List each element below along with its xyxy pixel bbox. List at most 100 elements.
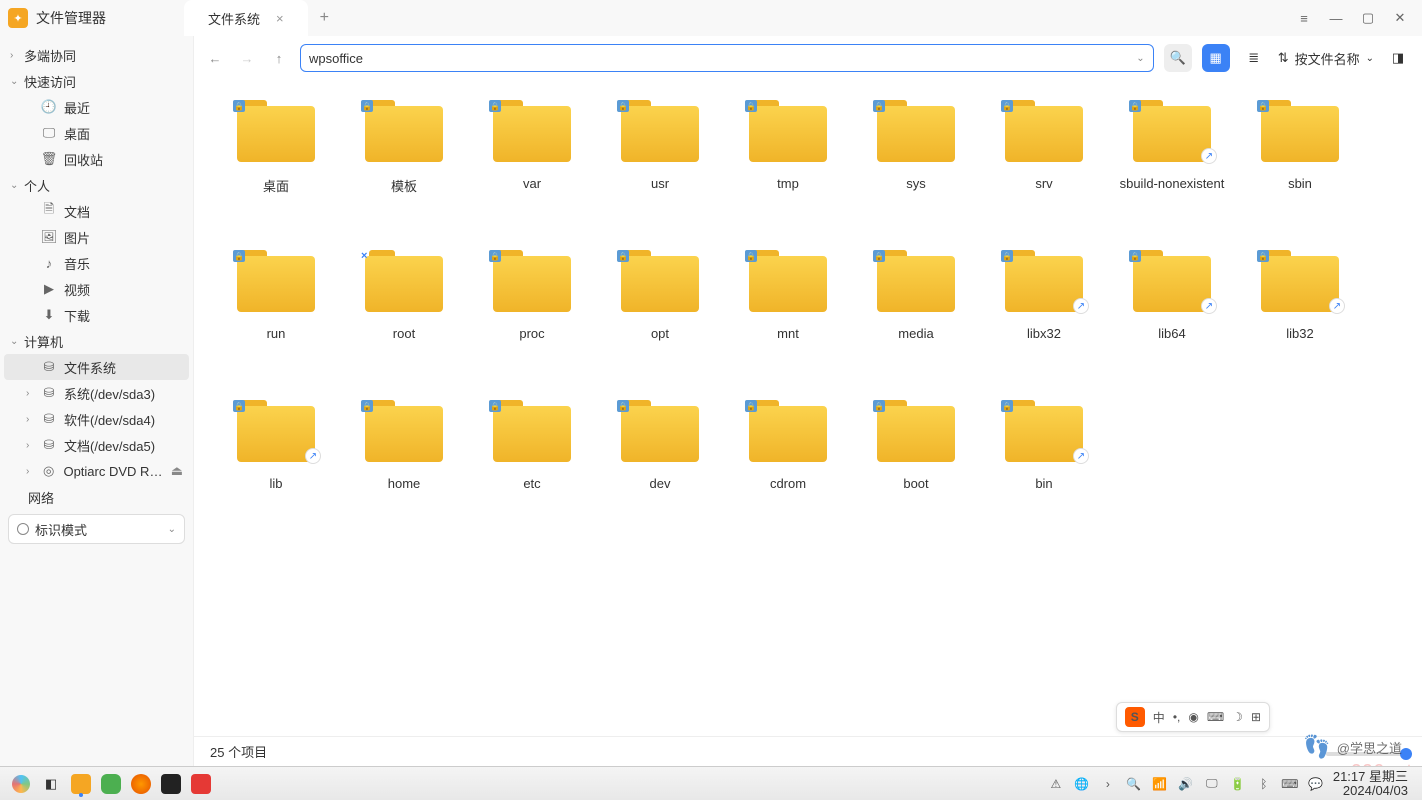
folder-item[interactable]: 🔒run — [212, 240, 340, 390]
list-view-button[interactable]: ≣ — [1240, 44, 1268, 72]
folder-item[interactable]: 🔒桌面 — [212, 90, 340, 240]
ime-lang[interactable]: 中 — [1153, 709, 1165, 726]
ime-grid-icon[interactable]: ⊞ — [1251, 710, 1261, 724]
lock-icon: 🔒 — [233, 100, 245, 112]
up-button[interactable]: ↑ — [268, 47, 290, 69]
tray-battery-icon[interactable]: 🔋 — [1229, 775, 1247, 793]
folder-icon: 🔒 — [749, 100, 827, 162]
folder-item[interactable]: 🔒proc — [468, 240, 596, 390]
mode-selector[interactable]: 标识模式 ⌄ — [8, 514, 185, 544]
app-icon: ✦ — [8, 8, 28, 28]
folder-icon: 🔒↗ — [1133, 100, 1211, 162]
sidebar-item-sda4[interactable]: ›⛁软件(/dev/sda4) — [4, 406, 189, 432]
sidebar-item-video[interactable]: ▶视频 — [4, 276, 189, 302]
taskview-button[interactable]: ◧ — [36, 770, 66, 798]
folder-item[interactable]: 🔒var — [468, 90, 596, 240]
ime-moon-icon[interactable]: ☽ — [1232, 710, 1243, 724]
sort-button[interactable]: ⇅ 按文件名称 ⌄ — [1278, 49, 1374, 68]
maximize-button[interactable]: ▢ — [1354, 4, 1382, 32]
sidebar-item-download[interactable]: ⬇下载 — [4, 302, 189, 328]
sidebar-item-network[interactable]: 网络 — [4, 484, 189, 510]
ime-soft-icon[interactable]: ⌨ — [1207, 710, 1224, 724]
sidebar-item-quick[interactable]: ⌄快速访问 — [4, 68, 189, 94]
chevron-down-icon[interactable]: ⌄ — [1136, 53, 1144, 64]
folder-item[interactable]: 🔒media — [852, 240, 980, 390]
close-icon[interactable]: × — [276, 11, 284, 26]
search-button[interactable]: 🔍 — [1164, 44, 1192, 72]
sidebar-item-desktop[interactable]: 🖵桌面 — [4, 120, 189, 146]
folder-item[interactable]: 🔒srv — [980, 90, 1108, 240]
tray-bluetooth-icon[interactable]: ᛒ — [1255, 775, 1273, 793]
forward-button[interactable]: → — [236, 47, 258, 69]
tray-search-icon[interactable]: 🔍 — [1125, 775, 1143, 793]
folder-item[interactable]: 🔒boot — [852, 390, 980, 540]
ime-full-icon[interactable]: ◉ — [1188, 710, 1198, 724]
start-button[interactable] — [6, 770, 36, 798]
tab-filesystem[interactable]: 文件系统 × — [184, 0, 308, 36]
tray-display-icon[interactable]: 🖵 — [1203, 775, 1221, 793]
grid-view-button[interactable]: ▦ — [1202, 44, 1230, 72]
lock-icon: 🔒 — [617, 400, 629, 412]
folder-item[interactable]: 🔒tmp — [724, 90, 852, 240]
tray-globe-icon[interactable]: 🌐 — [1073, 775, 1091, 793]
back-button[interactable]: ← — [204, 47, 226, 69]
disk-icon: ⛁ — [40, 385, 58, 401]
ime-punct-icon[interactable]: •, — [1173, 710, 1181, 724]
lock-icon: 🔒 — [489, 400, 501, 412]
folder-item[interactable]: 🔒↗sbuild-nonexistent — [1108, 90, 1236, 240]
sidebar-item-dvd[interactable]: ›◎Optiarc DVD RO…⏏ — [4, 458, 189, 484]
folder-item[interactable]: 🔒opt — [596, 240, 724, 390]
folder-name: usr — [651, 176, 669, 191]
ime-toolbar[interactable]: S 中 •, ◉ ⌨ ☽ ⊞ — [1116, 702, 1270, 732]
zoom-slider[interactable] — [1326, 752, 1406, 756]
minimize-button[interactable]: — — [1322, 4, 1350, 32]
taskbar-app-2[interactable] — [96, 770, 126, 798]
sidebar-item-multi[interactable]: ›多端协同 — [4, 42, 189, 68]
sidebar-item-sda3[interactable]: ›⛁系统(/dev/sda3) — [4, 380, 189, 406]
eject-icon[interactable]: ⏏ — [171, 463, 183, 479]
taskbar-app-3[interactable] — [186, 770, 216, 798]
sidebar-item-fs[interactable]: ⛁文件系统 — [4, 354, 189, 380]
sidebar-item-music[interactable]: ♪音乐 — [4, 250, 189, 276]
folder-item[interactable]: 🔒mnt — [724, 240, 852, 390]
sidebar-item-recent[interactable]: 🕘最近 — [4, 94, 189, 120]
folder-item[interactable]: 🔒↗libx32 — [980, 240, 1108, 390]
sidebar-item-sda5[interactable]: ›⛁文档(/dev/sda5) — [4, 432, 189, 458]
folder-item[interactable]: 🔒模板 — [340, 90, 468, 240]
taskbar-app-1[interactable] — [66, 770, 96, 798]
folder-item[interactable]: 🔒↗lib64 — [1108, 240, 1236, 390]
menu-icon[interactable]: ≡ — [1290, 4, 1318, 32]
folder-item[interactable]: 🔒↗bin — [980, 390, 1108, 540]
taskbar-firefox[interactable] — [126, 770, 156, 798]
folder-item[interactable]: 🔒sbin — [1236, 90, 1364, 240]
folder-item[interactable]: 🔒home — [340, 390, 468, 540]
tray-notification-icon[interactable]: 💬 — [1307, 775, 1325, 793]
panel-button[interactable]: ◨ — [1384, 44, 1412, 72]
taskbar-terminal[interactable] — [156, 770, 186, 798]
folder-item[interactable]: 🔒↗lib — [212, 390, 340, 540]
folder-item[interactable]: 🔒cdrom — [724, 390, 852, 540]
folder-item[interactable]: 🔒usr — [596, 90, 724, 240]
tray-volume-icon[interactable]: 🔊 — [1177, 775, 1195, 793]
folder-item[interactable]: 🔒etc — [468, 390, 596, 540]
sidebar-item-docs[interactable]: 🗎文档 — [4, 198, 189, 224]
address-input[interactable] — [309, 51, 1136, 66]
desktop-icon: 🖵 — [40, 125, 58, 141]
tray-wifi-icon[interactable]: 📶 — [1151, 775, 1169, 793]
sidebar-item-pics[interactable]: 🖼图片 — [4, 224, 189, 250]
folder-item[interactable]: 🔒sys — [852, 90, 980, 240]
tray-chevron-icon[interactable]: › — [1099, 775, 1117, 793]
tray-warning-icon[interactable]: ⚠ — [1047, 775, 1065, 793]
clock[interactable]: 21:17 星期三 2024/04/03 — [1333, 770, 1408, 798]
close-button[interactable]: ✕ — [1386, 4, 1414, 32]
sidebar-item-personal[interactable]: ⌄个人 — [4, 172, 189, 198]
address-bar[interactable]: ⌄ — [300, 44, 1154, 72]
folder-item[interactable]: 🔒↗lib32 — [1236, 240, 1364, 390]
tray-keyboard-icon[interactable]: ⌨ — [1281, 775, 1299, 793]
sidebar-item-trash[interactable]: 🗑回收站 — [4, 146, 189, 172]
folder-name: opt — [651, 326, 669, 341]
sidebar-item-computer[interactable]: ⌄计算机 — [4, 328, 189, 354]
add-tab-button[interactable]: + — [320, 9, 329, 27]
folder-item[interactable]: ×root — [340, 240, 468, 390]
folder-item[interactable]: 🔒dev — [596, 390, 724, 540]
